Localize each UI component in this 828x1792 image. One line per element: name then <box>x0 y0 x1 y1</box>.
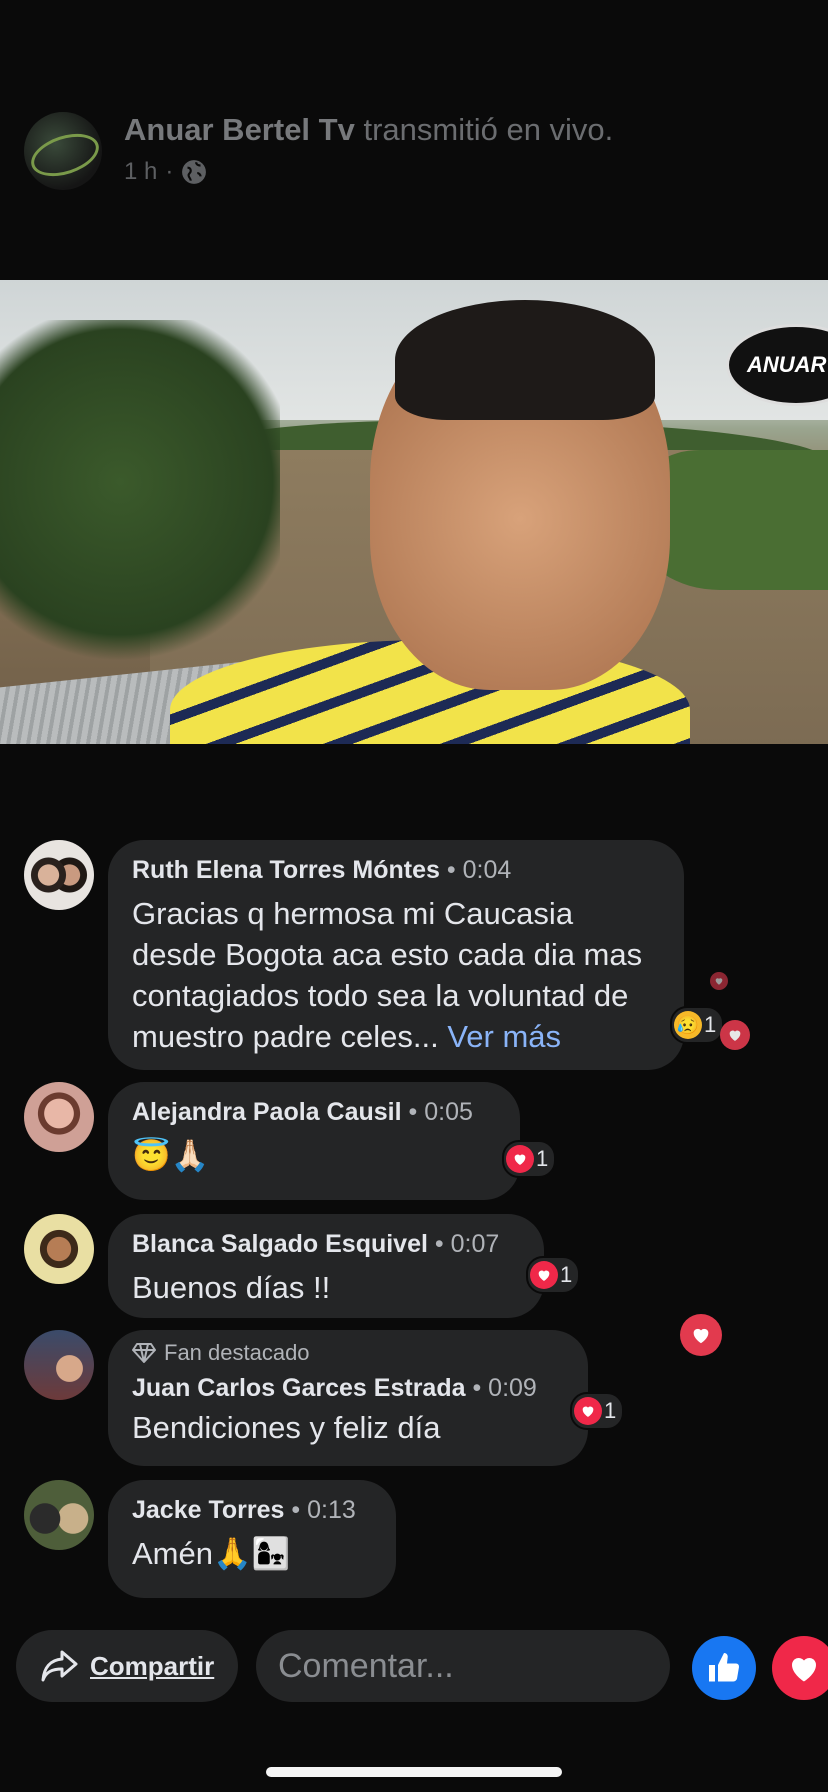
comment-text: 😇🙏🏻 <box>132 1138 210 1173</box>
floating-heart-icon <box>680 1314 722 1356</box>
comment-input[interactable] <box>256 1630 670 1702</box>
comment-dot: • <box>446 856 456 884</box>
heart-reaction-icon <box>506 1145 534 1173</box>
reaction-count: 1 <box>536 1146 549 1171</box>
floating-heart-icon <box>720 1020 750 1050</box>
live-video[interactable]: ANUAR <box>0 280 828 744</box>
floating-heart-icon <box>710 972 728 990</box>
commenter-name[interactable]: Juan Carlos Garces Estrada <box>132 1374 466 1402</box>
heart-reaction-icon <box>574 1397 602 1425</box>
comment-time: 0:09 <box>488 1374 537 1402</box>
post-time: 1 h <box>124 158 158 185</box>
commenter-name[interactable]: Blanca Salgado Esquivel <box>132 1230 428 1258</box>
comment-dot: • <box>291 1496 301 1524</box>
reaction-badge[interactable]: 1 <box>526 1256 581 1294</box>
commenter-avatar[interactable] <box>24 840 94 910</box>
diamond-icon <box>132 1343 156 1363</box>
share-arrow-icon <box>41 1650 78 1682</box>
heart-icon <box>791 1657 817 1682</box>
reaction-count: 1 <box>604 1398 617 1423</box>
commenter-avatar[interactable] <box>24 1480 94 1550</box>
love-button[interactable] <box>772 1636 828 1700</box>
sad-reaction-icon: 😥 <box>674 1011 702 1039</box>
reaction-count: 1 <box>704 1012 717 1037</box>
comment-bubble[interactable]: Ruth Elena Torres Móntes • 0:04 Gracias … <box>108 840 684 1070</box>
top-fan-badge: Fan destacado <box>132 1340 564 1366</box>
commenter-name[interactable]: Jacke Torres <box>132 1496 284 1524</box>
commenter-avatar[interactable] <box>24 1214 94 1284</box>
home-indicator[interactable] <box>266 1767 562 1777</box>
comment-bubble[interactable]: Blanca Salgado Esquivel • 0:07 Buenos dí… <box>108 1214 544 1318</box>
thumbs-up-icon <box>709 1653 740 1682</box>
comment-bubble[interactable]: Jacke Torres • 0:13 Amén🙏👩‍👧 <box>108 1480 396 1598</box>
commenter-name[interactable]: Ruth Elena Torres Móntes <box>132 856 440 884</box>
comment-text: Gracias q hermosa mi Caucasia desde Bogo… <box>132 896 643 1054</box>
comment-time: 0:07 <box>450 1230 500 1258</box>
comment-text: Bendiciones y feliz día <box>132 1410 441 1445</box>
reaction-badge[interactable]: 😥 1 <box>670 1006 725 1044</box>
fan-badge-label: Fan destacado <box>164 1340 310 1365</box>
reaction-count: 1 <box>560 1262 573 1287</box>
post-action-text: transmitió en vivo. <box>363 112 614 147</box>
bottom-action-bar: Compartir <box>0 1630 828 1702</box>
see-more-link[interactable]: Ver más <box>447 1019 561 1054</box>
comment-text: Buenos días !! <box>132 1270 331 1305</box>
comment-time: 0:13 <box>307 1496 356 1524</box>
page-name[interactable]: Anuar Bertel Tv <box>124 112 355 147</box>
like-button[interactable] <box>692 1636 756 1700</box>
comment-time: 0:04 <box>462 856 512 884</box>
reaction-badge[interactable]: 1 <box>502 1140 557 1178</box>
page-avatar[interactable] <box>24 112 102 190</box>
comment-dot: • <box>408 1098 418 1126</box>
comment-dot: • <box>472 1374 482 1402</box>
commenter-avatar[interactable] <box>24 1082 94 1152</box>
post-header: Anuar Bertel Tv transmitió en vivo. 1 h … <box>0 0 828 280</box>
comment-bubble[interactable]: Fan destacado Juan Carlos Garces Estrada… <box>108 1330 588 1466</box>
share-label: Compartir <box>90 1650 215 1681</box>
comment-dot: • <box>434 1230 444 1258</box>
commenter-avatar[interactable] <box>24 1330 94 1400</box>
share-button[interactable]: Compartir <box>16 1630 238 1702</box>
post-meta: 1 h · <box>124 158 207 186</box>
heart-reaction-icon <box>530 1261 558 1289</box>
post-title: Anuar Bertel Tv transmitió en vivo. <box>124 112 613 148</box>
globe-icon <box>182 160 207 184</box>
comment-text: Amén🙏👩‍👧 <box>132 1536 291 1571</box>
reaction-badge[interactable]: 1 <box>570 1392 625 1430</box>
comment-bubble[interactable]: Alejandra Paola Causil • 0:05 😇🙏🏻 <box>108 1082 520 1200</box>
comment-time: 0:05 <box>424 1098 473 1126</box>
meta-separator: · <box>165 158 174 185</box>
commenter-name[interactable]: Alejandra Paola Causil <box>132 1098 402 1126</box>
